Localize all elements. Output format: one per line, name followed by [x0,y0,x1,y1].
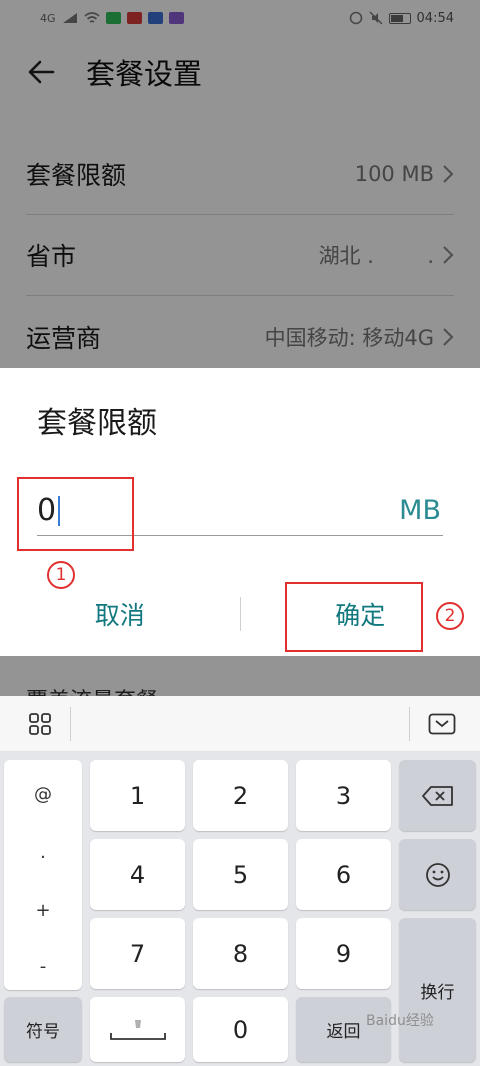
annotation-box-input [17,477,134,551]
key-4[interactable]: 4 [90,839,185,910]
backspace-key[interactable] [399,760,476,831]
emoji-smile-icon [425,862,450,887]
symbol-plus-key[interactable]: + [4,900,82,921]
dialog-title: 套餐限额 [37,406,157,441]
key-0[interactable]: 0 [193,997,288,1062]
emoji-key[interactable] [399,839,476,910]
cancel-button[interactable]: 取消 [0,596,240,632]
key-6[interactable]: 6 [296,839,391,910]
enter-key[interactable]: 换行 [399,918,476,1062]
watermark-logo: Baidu经验 [366,1013,434,1029]
annotation-number-two: 2 [436,602,464,630]
symbol-column[interactable]: @ . + - [4,760,82,990]
apps-grid-icon[interactable] [28,712,52,736]
symbol-at-key[interactable]: @ [4,784,82,805]
key-3[interactable]: 3 [296,760,391,831]
key-8[interactable]: 8 [193,918,288,989]
annotation-box-confirm [285,582,423,652]
key-1[interactable]: 1 [90,760,185,831]
key-9[interactable]: 9 [296,918,391,989]
annotation-number-one: 1 [47,561,75,589]
backspace-icon [421,785,453,806]
symbol-minus-key[interactable]: - [4,956,82,977]
symbol-dot-key[interactable]: . [4,842,82,863]
key-7[interactable]: 7 [90,918,185,989]
symbols-key[interactable]: 符号 [4,997,82,1062]
space-key[interactable] [90,997,185,1062]
key-5[interactable]: 5 [193,839,288,910]
hide-keyboard-icon[interactable] [428,713,456,735]
input-unit: MB [399,495,441,526]
space-bar-icon [109,1019,166,1040]
key-2[interactable]: 2 [193,760,288,831]
keyboard-toolbar [0,696,480,752]
